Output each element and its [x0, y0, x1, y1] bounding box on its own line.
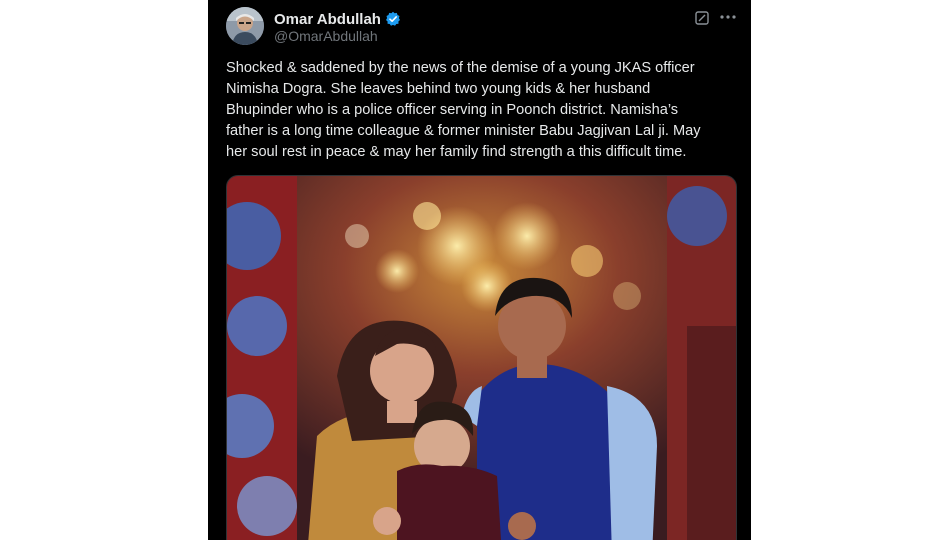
tweet-text-line: Nimisha Dogra. She leaves behind two you… — [226, 81, 651, 97]
author-avatar[interactable] — [226, 7, 264, 45]
tweet-text-line: Bhupinder who is a police officer servin… — [226, 102, 679, 118]
verified-badge-icon — [385, 11, 401, 27]
tweet-text-line: her soul rest in peace & may her family … — [226, 144, 687, 160]
tweet-text-line: father is a long time colleague & former… — [226, 123, 701, 139]
author-handle[interactable]: @OmarAbdullah — [274, 28, 378, 44]
author-display-name[interactable]: Omar Abdullah — [274, 11, 381, 28]
tweet-photo[interactable] — [226, 175, 737, 540]
grok-icon[interactable] — [695, 11, 709, 25]
author-name-row: Omar Abdullah — [274, 9, 401, 29]
tweet-text-line: Shocked & saddened by the news of the de… — [226, 60, 695, 76]
tweet-card: Omar Abdullah @OmarAbdullah Shocked & sa… — [208, 0, 751, 540]
tweet-text: Shocked & saddened by the news of the de… — [226, 58, 738, 163]
more-options-icon[interactable] — [718, 7, 738, 27]
